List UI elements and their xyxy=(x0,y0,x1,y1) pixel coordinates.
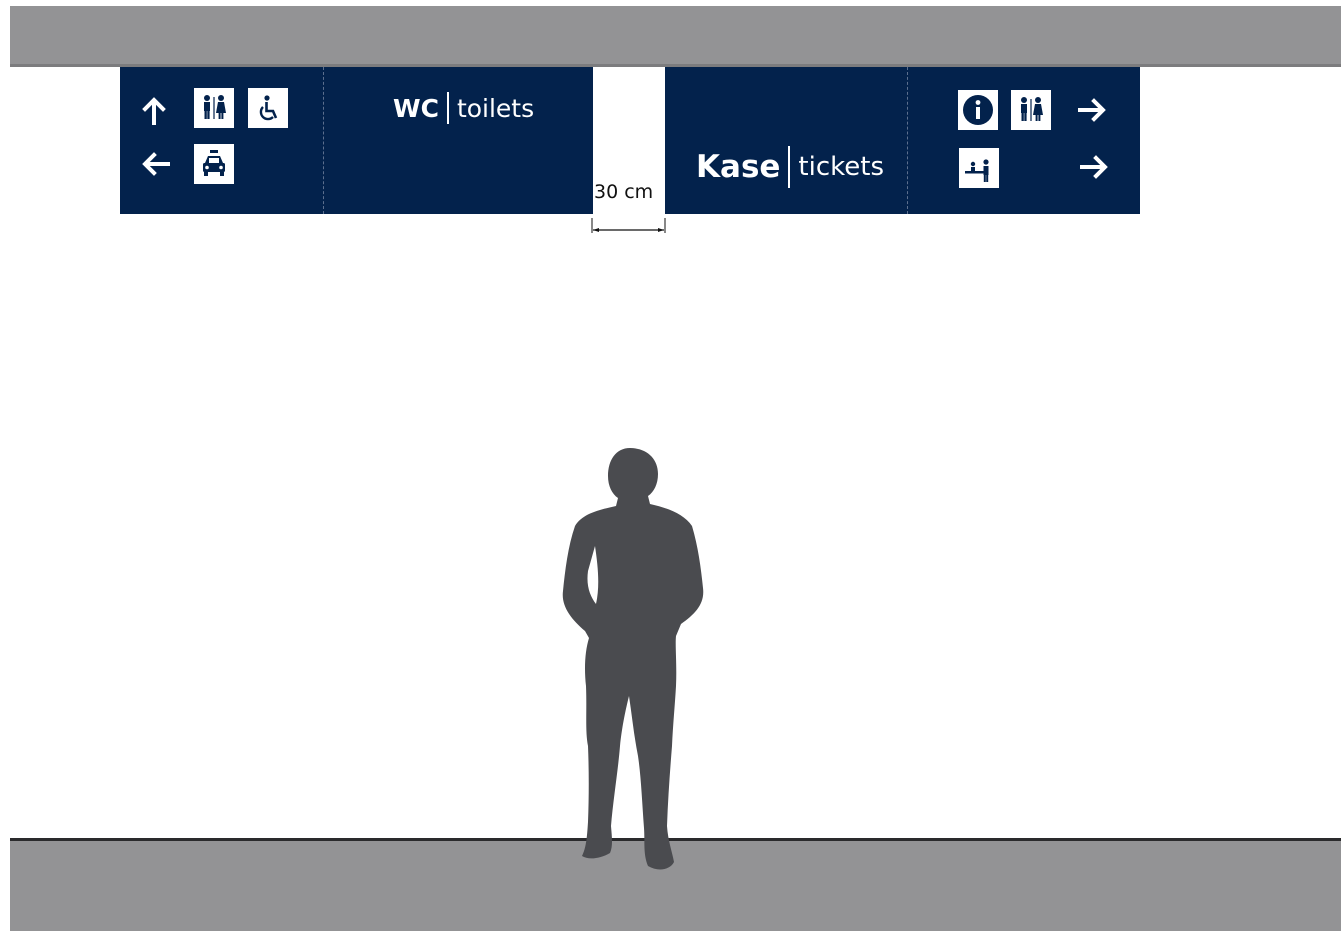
arrow-up-icon xyxy=(142,97,166,125)
sign-panel-divider xyxy=(907,67,908,214)
ticket-desk-icon xyxy=(959,148,999,188)
arrow-left-icon xyxy=(142,152,170,176)
taxi-icon xyxy=(194,144,234,184)
ceiling xyxy=(10,6,1341,67)
sign-panel-divider xyxy=(323,67,324,214)
person-silhouette xyxy=(562,448,704,870)
wc-label-secondary: toilets xyxy=(456,93,535,123)
kase-label: Kase tickets xyxy=(696,146,884,188)
wheelchair-icon xyxy=(248,88,288,128)
arrow-right-icon xyxy=(1080,155,1108,179)
kase-label-secondary: tickets xyxy=(798,152,885,182)
label-separator xyxy=(788,146,791,188)
label-separator xyxy=(446,92,449,124)
wc-label: WC toilets xyxy=(393,91,534,125)
gap-dimension-line xyxy=(591,218,666,233)
gap-dimension-label: 30 cm xyxy=(594,181,654,203)
left-sign: WC toilets xyxy=(120,67,593,214)
kase-label-primary: Kase xyxy=(696,149,781,185)
wc-label-primary: WC xyxy=(393,93,439,123)
toilets-icon xyxy=(1011,90,1051,130)
toilets-icon xyxy=(194,88,234,128)
info-icon xyxy=(958,90,998,130)
arrow-right-icon xyxy=(1078,98,1106,122)
right-sign: Kase tickets xyxy=(665,67,1140,214)
